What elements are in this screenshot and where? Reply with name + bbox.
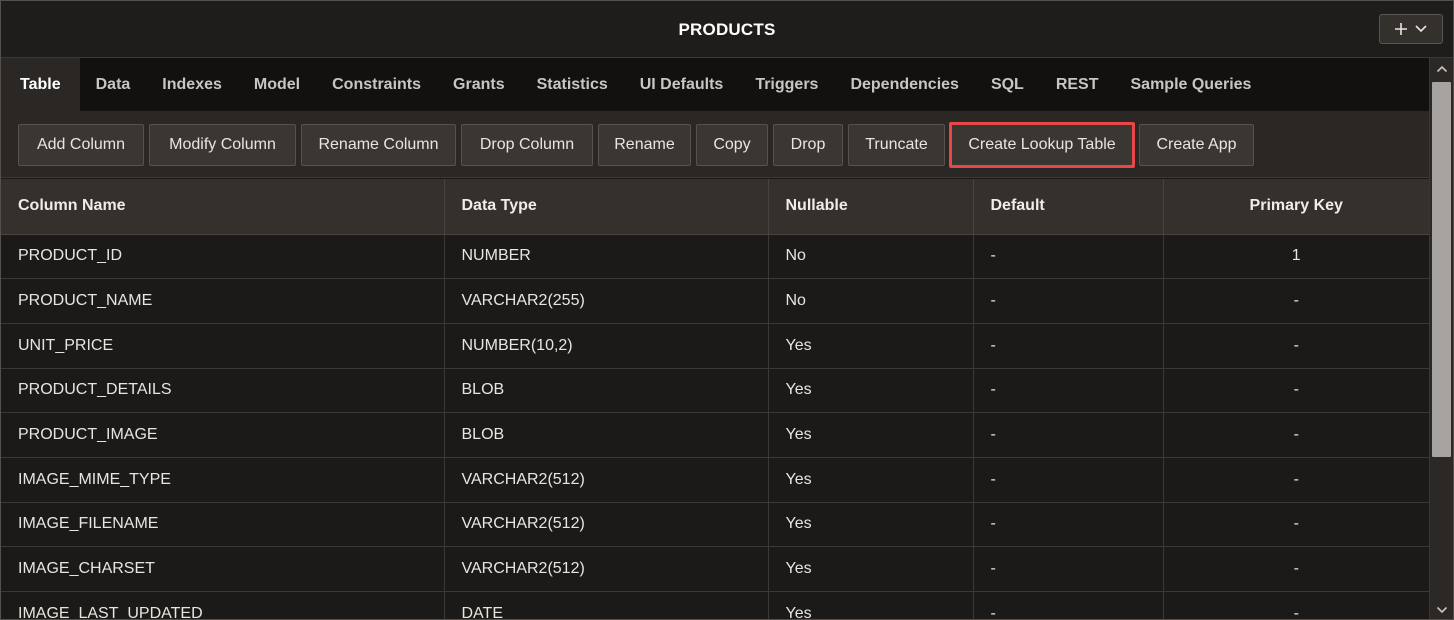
table-row: IMAGE_LAST_UPDATED DATE Yes - -	[1, 591, 1429, 619]
tab-indexes[interactable]: Indexes	[146, 58, 238, 111]
cell-data-type: VARCHAR2(255)	[444, 278, 769, 324]
cell-data-type: VARCHAR2(512)	[444, 546, 769, 592]
cell-column-name: IMAGE_MIME_TYPE	[1, 457, 445, 503]
cell-data-type: NUMBER	[444, 234, 769, 280]
column-header-data-type[interactable]: Data Type	[444, 179, 769, 235]
add-column-button[interactable]: Add Column	[18, 124, 144, 166]
cell-primary-key: -	[1163, 546, 1429, 592]
cell-column-name: IMAGE_LAST_UPDATED	[1, 591, 445, 619]
cell-nullable: No	[768, 278, 974, 324]
column-header-default[interactable]: Default	[973, 179, 1164, 235]
cell-primary-key: -	[1163, 368, 1429, 414]
scroll-up-button[interactable]	[1430, 58, 1453, 80]
tab-sql[interactable]: SQL	[975, 58, 1040, 111]
columns-table: Column Name Data Type Nullable Default P…	[1, 179, 1429, 619]
table-row: IMAGE_FILENAME VARCHAR2(512) Yes - -	[1, 502, 1429, 548]
table-row: PRODUCT_ID NUMBER No - 1	[1, 234, 1429, 280]
tab-ui-defaults[interactable]: UI Defaults	[624, 58, 740, 111]
add-menu-button[interactable]	[1379, 14, 1443, 44]
cell-primary-key: 1	[1163, 234, 1429, 280]
cell-default: -	[973, 234, 1164, 280]
tab-constraints[interactable]: Constraints	[316, 58, 437, 111]
cell-column-name: IMAGE_FILENAME	[1, 502, 445, 548]
cell-data-type: BLOB	[444, 368, 769, 414]
cell-nullable: Yes	[768, 591, 974, 619]
tab-dependencies[interactable]: Dependencies	[834, 58, 974, 111]
arrow-up-icon	[1436, 60, 1448, 78]
cell-column-name: PRODUCT_DETAILS	[1, 368, 445, 414]
cell-data-type: VARCHAR2(512)	[444, 457, 769, 503]
cell-default: -	[973, 546, 1164, 592]
cell-default: -	[973, 278, 1164, 324]
cell-column-name: IMAGE_CHARSET	[1, 546, 445, 592]
cell-default: -	[973, 457, 1164, 503]
modify-column-button[interactable]: Modify Column	[149, 124, 296, 166]
tab-bar: Table Data Indexes Model Constraints Gra…	[1, 58, 1429, 111]
cell-data-type: NUMBER(10,2)	[444, 323, 769, 369]
cell-column-name: UNIT_PRICE	[1, 323, 445, 369]
cell-primary-key: -	[1163, 278, 1429, 324]
cell-column-name: PRODUCT_NAME	[1, 278, 445, 324]
table-row: UNIT_PRICE NUMBER(10,2) Yes - -	[1, 323, 1429, 369]
rename-column-button[interactable]: Rename Column	[301, 124, 456, 166]
cell-data-type: BLOB	[444, 412, 769, 458]
tab-statistics[interactable]: Statistics	[521, 58, 624, 111]
columns-table-container: Column Name Data Type Nullable Default P…	[1, 179, 1429, 619]
chevron-down-icon	[1414, 24, 1428, 34]
scroll-down-button[interactable]	[1430, 599, 1453, 619]
cell-primary-key: -	[1163, 323, 1429, 369]
tab-data[interactable]: Data	[80, 58, 147, 111]
page-title: PRODUCTS	[678, 20, 776, 39]
truncate-button[interactable]: Truncate	[848, 124, 945, 166]
cell-primary-key: -	[1163, 591, 1429, 619]
cell-data-type: DATE	[444, 591, 769, 619]
create-app-button[interactable]: Create App	[1139, 124, 1254, 166]
cell-primary-key: -	[1163, 412, 1429, 458]
cell-column-name: PRODUCT_ID	[1, 234, 445, 280]
drop-button[interactable]: Drop	[773, 124, 843, 166]
cell-nullable: Yes	[768, 502, 974, 548]
plus-icon	[1394, 22, 1408, 36]
arrow-down-icon	[1436, 601, 1448, 619]
cell-default: -	[973, 412, 1164, 458]
title-bar: PRODUCTS	[1, 1, 1453, 58]
cell-default: -	[973, 323, 1164, 369]
table-actions-toolbar: Add Column Modify Column Rename Column D…	[1, 111, 1429, 178]
cell-nullable: No	[768, 234, 974, 280]
cell-nullable: Yes	[768, 368, 974, 414]
cell-nullable: Yes	[768, 546, 974, 592]
tab-model[interactable]: Model	[238, 58, 316, 111]
copy-button[interactable]: Copy	[696, 124, 768, 166]
cell-data-type: VARCHAR2(512)	[444, 502, 769, 548]
column-header-primary-key[interactable]: Primary Key	[1163, 179, 1429, 235]
vertical-scrollbar[interactable]	[1429, 58, 1453, 619]
table-row: IMAGE_MIME_TYPE VARCHAR2(512) Yes - -	[1, 457, 1429, 503]
cell-primary-key: -	[1163, 502, 1429, 548]
cell-column-name: PRODUCT_IMAGE	[1, 412, 445, 458]
cell-nullable: Yes	[768, 412, 974, 458]
cell-nullable: Yes	[768, 457, 974, 503]
cell-default: -	[973, 591, 1164, 619]
products-window: PRODUCTS Table Data Indexes Model Constr…	[0, 0, 1454, 620]
cell-default: -	[973, 502, 1164, 548]
column-header-nullable[interactable]: Nullable	[768, 179, 974, 235]
cell-nullable: Yes	[768, 323, 974, 369]
column-header-name[interactable]: Column Name	[1, 179, 445, 235]
cell-primary-key: -	[1163, 457, 1429, 503]
table-header-row: Column Name Data Type Nullable Default P…	[1, 179, 1429, 235]
rename-button[interactable]: Rename	[598, 124, 691, 166]
table-row: PRODUCT_IMAGE BLOB Yes - -	[1, 412, 1429, 458]
cell-default: -	[973, 368, 1164, 414]
create-lookup-table-button[interactable]: Create Lookup Table	[949, 122, 1135, 168]
scrollbar-thumb[interactable]	[1432, 82, 1451, 457]
tab-sample-queries[interactable]: Sample Queries	[1115, 58, 1268, 111]
table-row: PRODUCT_NAME VARCHAR2(255) No - -	[1, 278, 1429, 324]
tab-triggers[interactable]: Triggers	[739, 58, 834, 111]
drop-column-button[interactable]: Drop Column	[461, 124, 593, 166]
tab-table[interactable]: Table	[1, 58, 80, 111]
table-row: PRODUCT_DETAILS BLOB Yes - -	[1, 368, 1429, 414]
tab-grants[interactable]: Grants	[437, 58, 521, 111]
tab-rest[interactable]: REST	[1040, 58, 1115, 111]
table-row: IMAGE_CHARSET VARCHAR2(512) Yes - -	[1, 546, 1429, 592]
